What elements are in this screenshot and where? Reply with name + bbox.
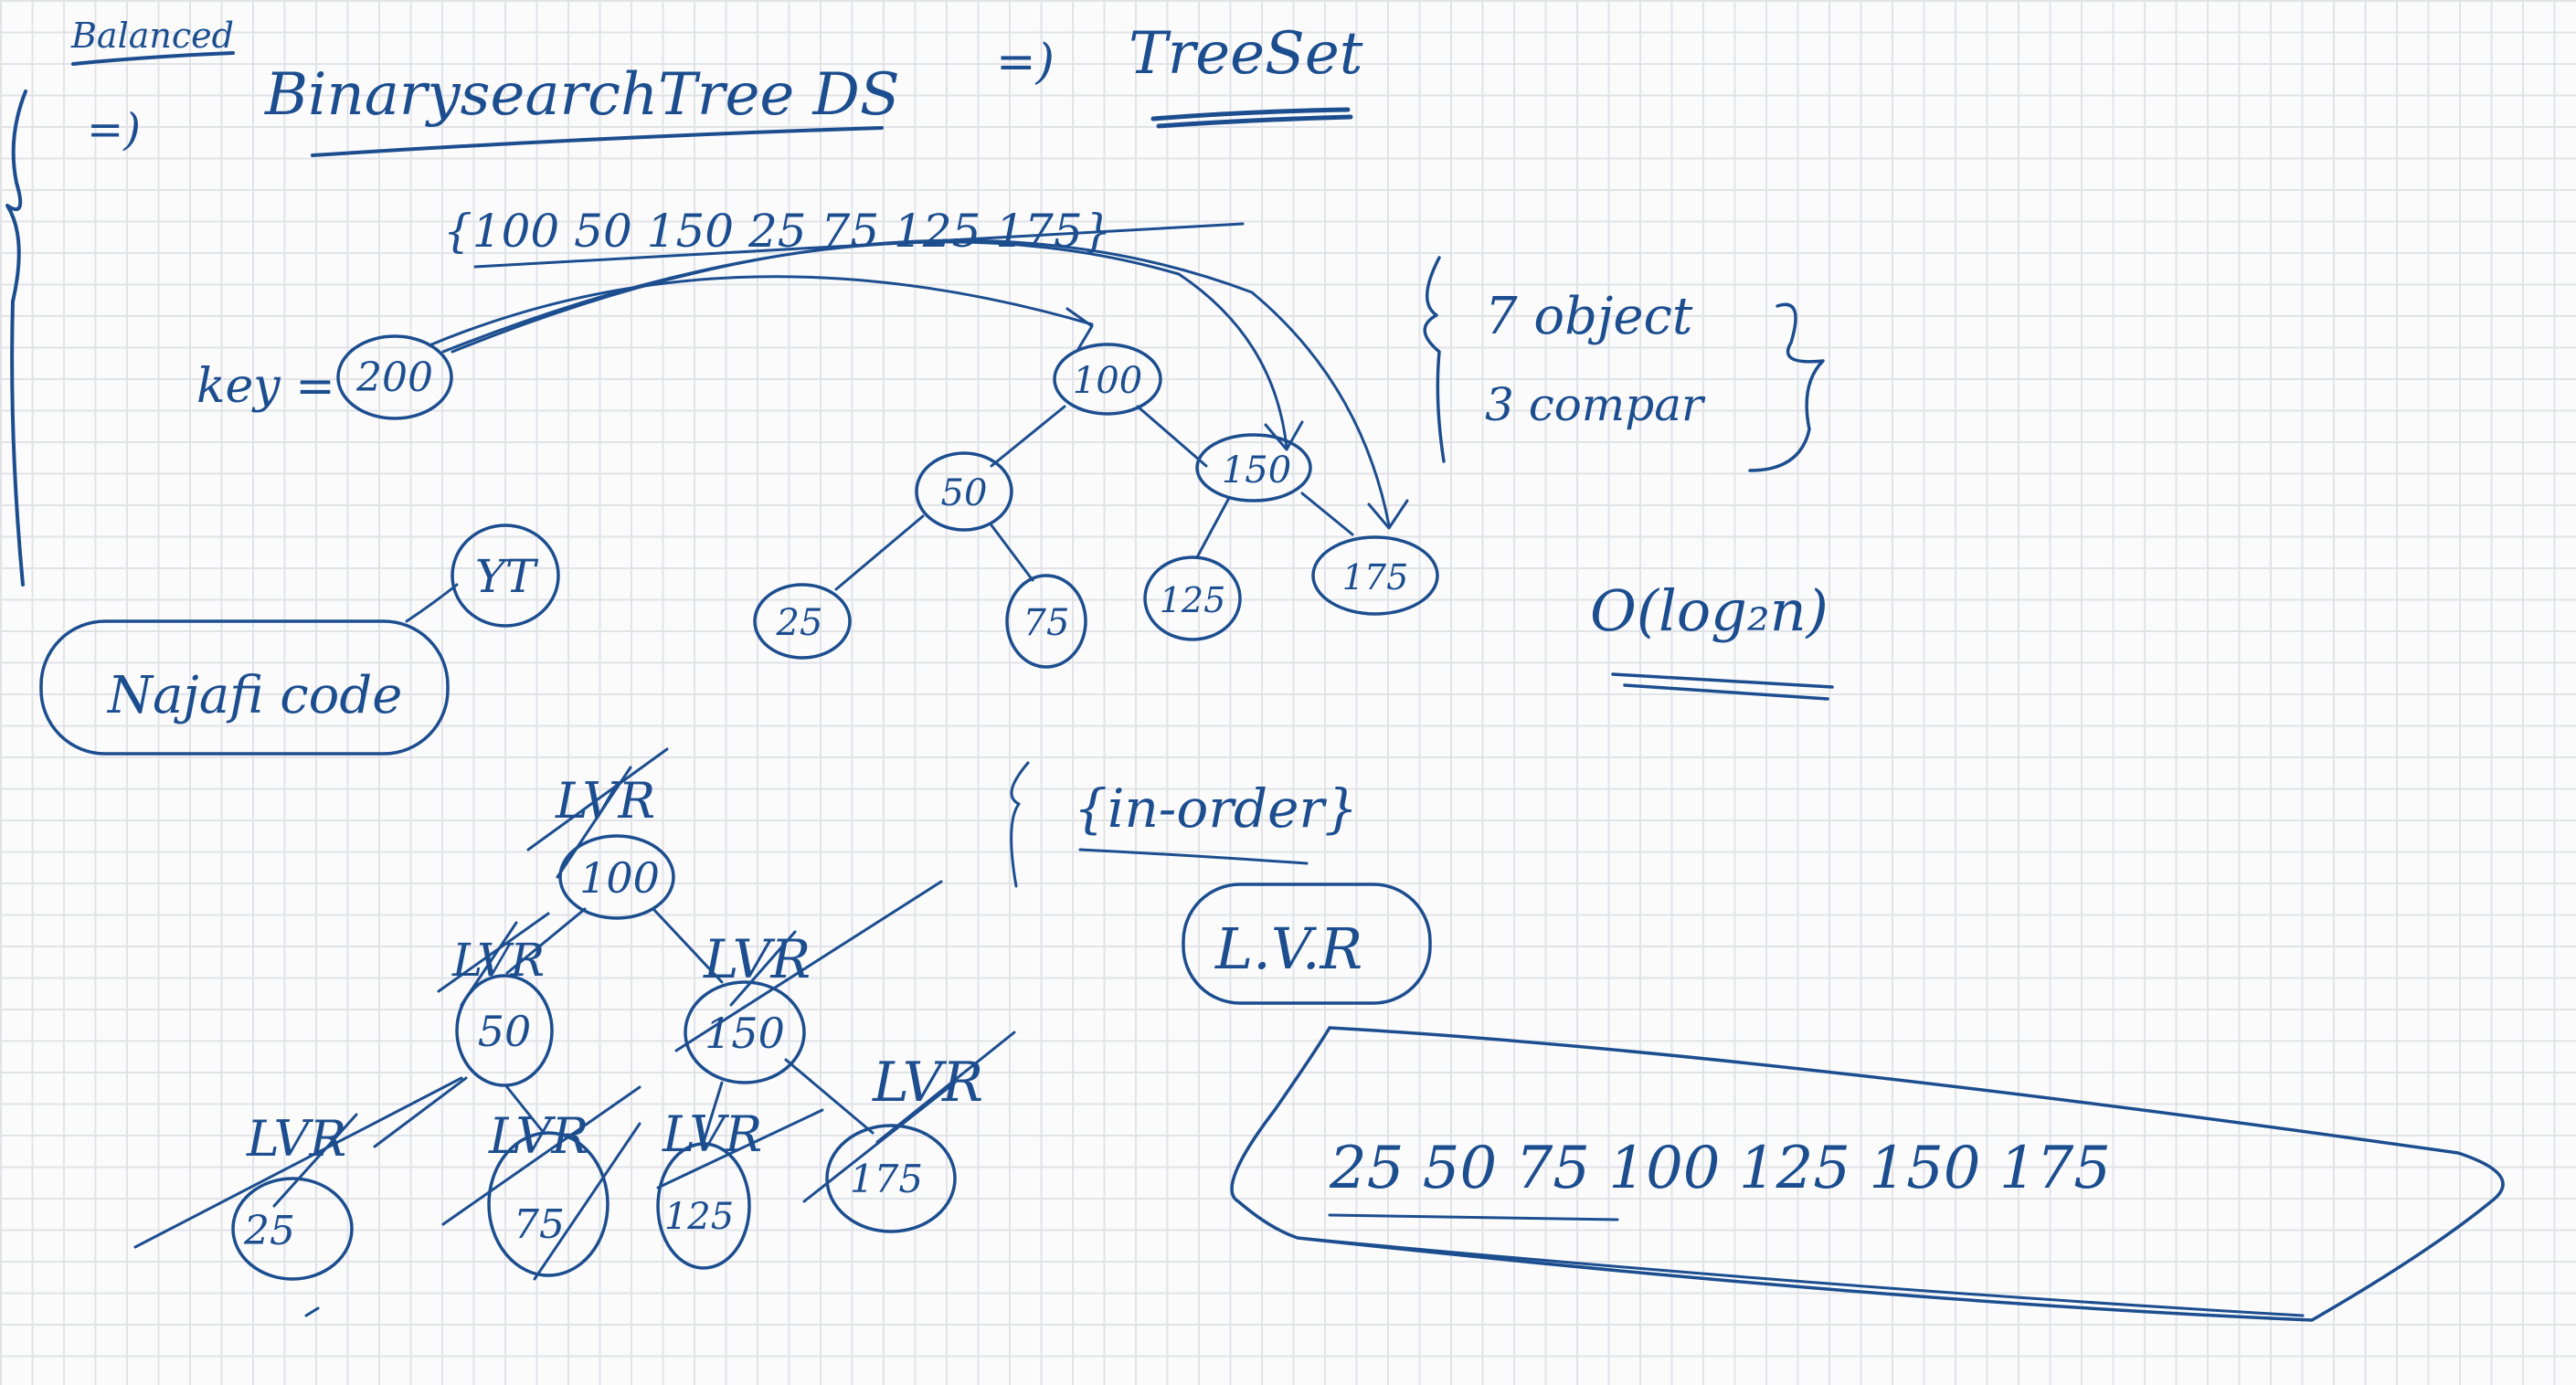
objects-brace-right: [1748, 302, 1825, 472]
treeset-heading: TreeSet: [1129, 20, 1363, 88]
top-node-lr-label: 75: [1023, 602, 1070, 644]
top-node-root-label: 100: [1073, 360, 1142, 402]
lvr-mark-left: LVR: [451, 934, 545, 987]
objects-brace-left: [1423, 256, 1446, 463]
inorder-brace: [1010, 761, 1030, 888]
top-node-right-label: 150: [1222, 449, 1291, 492]
top-node-rr-label: 175: [1342, 557, 1409, 597]
inorder-underline: [1078, 848, 1309, 865]
stray-mark: [304, 1306, 320, 1317]
key-value: 200: [355, 354, 433, 401]
result-sequence: 25 50 75 100 125 150 175: [1329, 1135, 2111, 1202]
whiteboard-canvas[interactable]: Balanced =) BinarysearchTree DS =) TreeS…: [0, 0, 2576, 1385]
bottom-node-root-label: 100: [579, 853, 660, 903]
lvr-mark-ll: LVR: [246, 1110, 346, 1168]
bottom-node-lr-label: 75: [514, 1201, 565, 1248]
lvr-mark-rl: LVR: [662, 1105, 762, 1163]
code-label: Najafi code: [106, 666, 402, 725]
bottom-node-ll-label: 25: [243, 1208, 295, 1254]
objects-line-1: 7 object: [1485, 287, 1693, 346]
bottom-tree: 100 50 150 25 75 125 175: [231, 834, 957, 1281]
arrow-mid-note: =): [996, 35, 1055, 90]
bottom-node-left-label: 50: [478, 1007, 532, 1056]
result-underline: [1328, 1213, 1619, 1221]
compare-arrow-root-head: [1065, 307, 1094, 351]
balanced-note: Balanced: [70, 16, 234, 56]
complexity-note: O(log₂n): [1590, 577, 1829, 644]
top-node-ll-label: 25: [776, 602, 823, 644]
inorder-note: {in-order}: [1074, 777, 1358, 840]
compare-arrow-150: [441, 240, 1288, 449]
bottom-node-rl-label: 125: [664, 1196, 734, 1238]
lvr-mark-lr: LVR: [488, 1107, 588, 1165]
code-tag: YT: [475, 550, 539, 603]
lvr-note: L.V.R: [1214, 915, 1362, 982]
left-brace: [5, 90, 27, 587]
lvr-mark-right: LVR: [703, 928, 811, 990]
key-label: key =: [196, 359, 335, 414]
bst-heading: BinarysearchTree DS: [264, 61, 900, 129]
top-tree: 100 50 150 25 75 125 175: [753, 343, 1439, 669]
top-node-rl-label: 125: [1160, 580, 1226, 620]
objects-line-2: 3 compar: [1485, 378, 1706, 431]
complexity-underline-2: [1623, 683, 1829, 701]
bottom-node-rr-label: 175: [850, 1157, 923, 1201]
bst-underline: [311, 126, 884, 157]
bottom-node-right-label: 150: [705, 1009, 785, 1058]
top-node-left-label: 50: [941, 472, 988, 514]
arrow-left-note: =): [87, 104, 141, 155]
code-tag-arrow: [405, 583, 459, 623]
result-underline-long: [1296, 1236, 2305, 1317]
compare-arrow-root: [428, 275, 1094, 347]
